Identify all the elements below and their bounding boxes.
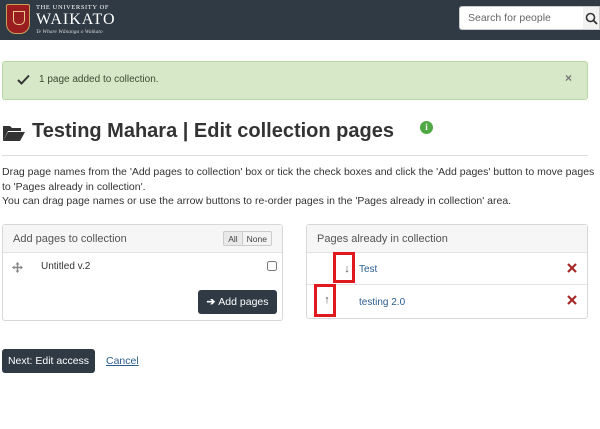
search-button[interactable]	[583, 6, 600, 30]
collection-pages-panel-title: Pages already in collection	[317, 233, 448, 245]
drag-handle-icon[interactable]	[12, 262, 23, 273]
next-edit-access-button[interactable]: Next: Edit access	[2, 349, 95, 373]
move-up-arrow-icon[interactable]: ↑	[318, 291, 336, 309]
collection-pages-panel-header: Pages already in collection	[307, 225, 587, 253]
add-pages-panel-title: Add pages to collection	[13, 233, 127, 245]
success-alert: 1 page added to collection. ×	[2, 61, 588, 100]
add-pages-panel-header: Add pages to collection All None	[3, 225, 282, 253]
arrow-right-icon: ➔	[206, 296, 216, 308]
collection-pages-panel: Pages already in collection ↓ Test ↑ tes…	[306, 224, 588, 319]
select-toggle-group: All None	[223, 231, 272, 246]
university-crest-logo[interactable]	[6, 4, 30, 34]
search-people-input[interactable]	[459, 6, 583, 30]
cancel-link[interactable]: Cancel	[106, 355, 139, 367]
available-page-checkbox[interactable]	[267, 261, 277, 271]
info-icon[interactable]: i	[420, 121, 433, 134]
instruction-text-2: You can drag page names or use the arrow…	[2, 195, 512, 207]
select-all-button[interactable]: All	[223, 231, 243, 246]
alert-close-button[interactable]: ×	[565, 71, 572, 85]
alert-message: 1 page added to collection.	[39, 74, 159, 85]
instruction-text-1: Drag page names from the 'Add pages to c…	[2, 166, 595, 193]
add-pages-button[interactable]: ➔ Add pages	[198, 290, 277, 314]
collection-page-link[interactable]: Test	[359, 264, 377, 275]
logo-line-1: THE UNIVERSITY OF	[36, 4, 110, 11]
move-down-arrow-icon[interactable]: ↓	[338, 260, 356, 278]
page-title: Testing Mahara | Edit collection pages	[32, 120, 394, 142]
search-icon	[585, 12, 598, 25]
logo-motto: Te Whare Wānanga o Waikato	[36, 29, 103, 35]
page-header: Testing Mahara | Edit collection pages i	[2, 120, 588, 156]
folder-open-icon	[3, 126, 25, 141]
collection-page-row: ↓ Test	[307, 253, 587, 285]
remove-page-icon[interactable]	[566, 262, 578, 274]
collection-page-row: ↑ testing 2.0	[307, 285, 587, 317]
add-pages-panel: Add pages to collection All None Untitle…	[2, 224, 283, 321]
select-none-button[interactable]: None	[242, 231, 272, 246]
add-pages-button-label: Add pages	[218, 296, 269, 308]
logo-line-2[interactable]: WAIKATO	[36, 11, 116, 29]
top-navbar: THE UNIVERSITY OF WAIKATO Te Whare Wānan…	[0, 0, 600, 40]
available-page-name[interactable]: Untitled v.2	[41, 261, 90, 272]
check-icon	[17, 74, 30, 85]
remove-page-icon[interactable]	[566, 294, 578, 306]
collection-page-link[interactable]: testing 2.0	[359, 297, 405, 308]
instructions: Drag page names from the 'Add pages to c…	[2, 165, 598, 209]
